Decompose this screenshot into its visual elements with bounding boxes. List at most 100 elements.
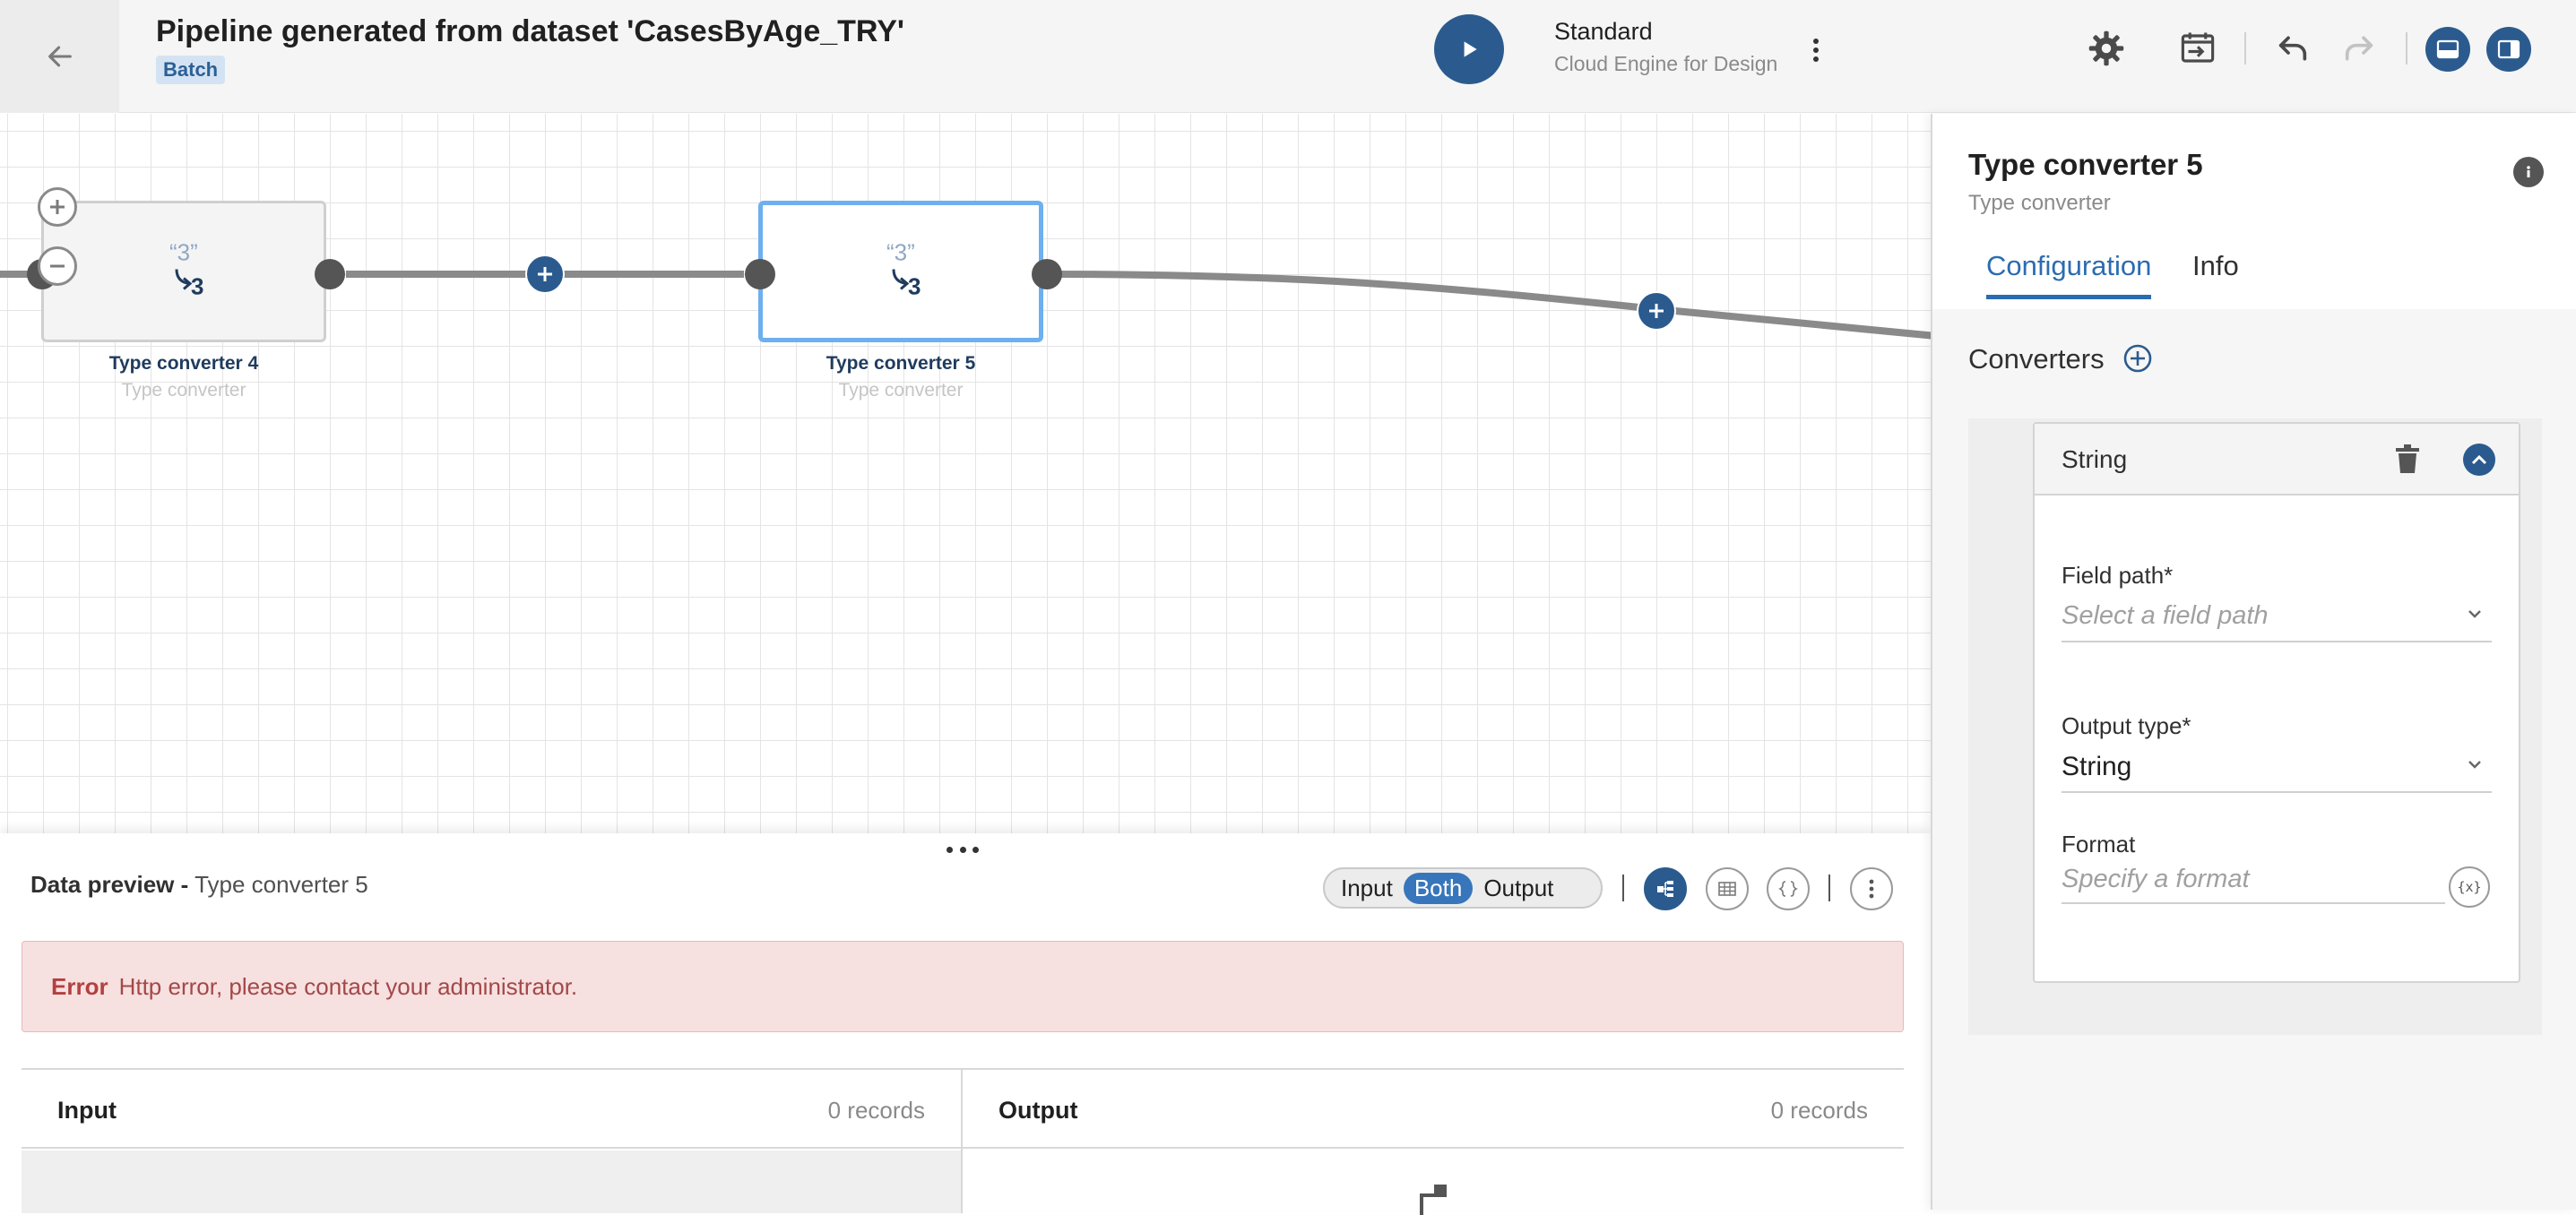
svg-text:3: 3: [191, 273, 203, 300]
tab-info[interactable]: Info: [2192, 250, 2239, 295]
input-column-body: [22, 1150, 961, 1213]
zoom-out-button[interactable]: [38, 246, 77, 286]
svg-text:3: 3: [908, 273, 921, 300]
resize-handle[interactable]: [947, 840, 979, 858]
plus-icon: [1649, 304, 1664, 318]
run-button[interactable]: [1434, 14, 1504, 84]
panel-subtitle: Type converter: [1968, 191, 2111, 215]
zoom-out-icon: [50, 264, 65, 268]
play-icon: [1464, 41, 1477, 57]
format-placeholder: Specify a format: [2062, 865, 2250, 893]
batch-badge: Batch: [156, 56, 226, 84]
trash-icon: [2396, 444, 2419, 473]
svg-text:“3”: “3”: [169, 239, 198, 266]
schema-view-button[interactable]: [1644, 867, 1687, 910]
svg-text:“3”: “3”: [886, 239, 915, 266]
delete-converter-button[interactable]: [2391, 442, 2424, 478]
toolbar-divider: [1622, 875, 1624, 901]
info-button[interactable]: [2513, 157, 2544, 187]
variable-button[interactable]: {x}: [2449, 866, 2490, 908]
output-column-header: Output 0 records: [963, 1070, 1904, 1149]
schema-icon: [1657, 881, 1673, 897]
converter-card: String Field path* Select a field path O…: [2033, 422, 2520, 983]
input-column: Input 0 records: [22, 1070, 963, 1213]
field-path-placeholder: Select a field path: [2062, 601, 2269, 630]
preview-table: Input 0 records Output 0 records: [22, 1068, 1904, 1215]
format-input[interactable]: Specify a format: [2062, 861, 2445, 904]
data-preview-title: Data preview - Type converter 5: [30, 871, 368, 898]
preview-more-button[interactable]: [1850, 867, 1893, 910]
gear-icon: [2088, 30, 2124, 66]
braces-icon: [1778, 881, 1798, 897]
node-subtitle: Type converter: [838, 380, 964, 401]
table-icon: [1718, 882, 1736, 896]
mode-input[interactable]: Input: [1330, 873, 1404, 904]
back-arrow-icon: [48, 46, 72, 67]
json-view-button[interactable]: [1767, 867, 1810, 910]
engine-subtitle: Cloud Engine for Design: [1554, 52, 1778, 75]
run-profile-button[interactable]: [2176, 27, 2219, 70]
output-type-select[interactable]: String: [2062, 746, 2492, 793]
converters-label: Converters: [1968, 343, 2105, 375]
converter-card-header[interactable]: String: [2035, 424, 2519, 495]
collapse-converter-button[interactable]: [2463, 444, 2495, 476]
pipeline-node-type-converter-5[interactable]: “3” 3: [758, 201, 1043, 342]
error-message: Http error, please contact your administ…: [118, 972, 578, 1000]
configuration-panel: Type converter 5 Type converter Configur…: [1931, 114, 2576, 1210]
output-port[interactable]: [1032, 259, 1062, 289]
table-view-button[interactable]: [1706, 867, 1749, 910]
settings-button[interactable]: [2085, 27, 2128, 70]
error-label: Error: [51, 972, 108, 1000]
input-port[interactable]: [745, 259, 775, 289]
output-type-value: String: [2062, 752, 2132, 781]
back-button[interactable]: [0, 0, 119, 113]
add-processor-button[interactable]: [525, 254, 565, 294]
engine-name[interactable]: Standard: [1554, 18, 1653, 46]
more-options-button[interactable]: [1803, 30, 1828, 70]
field-path-select[interactable]: Select a field path: [2062, 596, 2492, 642]
undo-button[interactable]: [2271, 27, 2314, 70]
more-vertical-icon: [1813, 39, 1819, 62]
pipeline-canvas[interactable]: “3” 3 Type converter 4 Type converter “3…: [0, 114, 1931, 833]
chevron-down-icon: [2468, 610, 2481, 618]
bottom-panel-icon: [2436, 39, 2459, 59]
output-record-count: 0 records: [1770, 1097, 1868, 1124]
type-converter-icon: “3” 3: [867, 236, 935, 308]
plus-circle-icon: [2123, 344, 2152, 373]
toggle-side-panel-button[interactable]: [2486, 27, 2531, 72]
add-processor-button[interactable]: [1637, 291, 1676, 331]
output-column: Output 0 records: [963, 1070, 1904, 1215]
zoom-in-button[interactable]: [38, 187, 77, 227]
panel-header: Type converter 5 Type converter Configur…: [1932, 114, 2576, 309]
node-label: Type converter 4: [108, 353, 259, 374]
node-label: Type converter 5: [826, 353, 976, 374]
run-profile-icon: [2181, 32, 2215, 63]
preview-mode-toggle: Input Both Output: [1323, 867, 1603, 909]
data-preview-panel: Data preview - Type converter 5 Input Bo…: [0, 833, 1931, 1215]
toggle-bottom-panel-button[interactable]: [2425, 27, 2470, 72]
output-port[interactable]: [315, 259, 345, 289]
plus-icon: [538, 267, 552, 281]
header-divider: [2406, 32, 2407, 65]
redo-button[interactable]: [2338, 27, 2381, 70]
add-converter-button[interactable]: [2122, 343, 2153, 378]
input-header-label: Input: [57, 1097, 117, 1124]
empty-state-icon: [1420, 1185, 1447, 1215]
format-label: Format: [2062, 831, 2136, 857]
tab-configuration[interactable]: Configuration: [1986, 250, 2152, 299]
error-banner: Error Http error, please contact your ad…: [22, 941, 1904, 1032]
field-path-label: Field path*: [2062, 562, 2174, 589]
pipeline-title: Pipeline generated from dataset 'CasesBy…: [156, 14, 904, 48]
output-column-body: [963, 1150, 1904, 1215]
chevron-up-icon: [2471, 454, 2487, 465]
mode-output[interactable]: Output: [1473, 873, 1564, 904]
input-column-header: Input 0 records: [22, 1070, 961, 1149]
redo-icon: [2345, 36, 2373, 61]
converter-title: String: [2062, 445, 2128, 473]
mode-both[interactable]: Both: [1403, 872, 1474, 904]
pipeline-node-type-converter-4[interactable]: “3” 3: [41, 201, 326, 342]
output-type-label: Output type*: [2062, 712, 2191, 739]
type-converter-icon: “3” 3: [150, 236, 218, 308]
top-bar: Pipeline generated from dataset 'CasesBy…: [0, 0, 2576, 113]
input-record-count: 0 records: [827, 1097, 925, 1124]
